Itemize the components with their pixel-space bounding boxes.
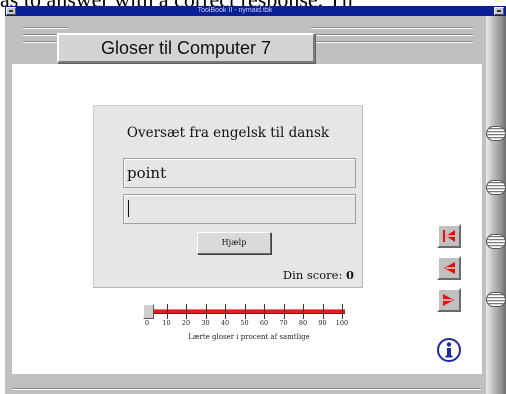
- progress-tick: [283, 304, 285, 319]
- page-title: Gloser til Computer 7: [100, 38, 272, 58]
- header-rule: [311, 27, 473, 29]
- rail-knob: [486, 234, 506, 249]
- rail-knob: [486, 180, 506, 195]
- first-page-button[interactable]: [437, 224, 461, 248]
- progress-tick: [166, 304, 168, 319]
- tick-label: 30: [201, 319, 210, 327]
- previous-page-icon: [444, 262, 455, 274]
- slider-thumb[interactable]: [143, 304, 154, 319]
- tick-label: 40: [220, 319, 230, 327]
- progress-tick: [244, 304, 246, 319]
- window-title: ToolBook II - nymaid.tbk: [197, 7, 273, 14]
- progress-tick: [322, 304, 324, 319]
- bottom-rail: [5, 386, 486, 394]
- tick-label: 70: [279, 319, 288, 327]
- rail-knob: [486, 292, 506, 307]
- quiz-prompt: Oversæt fra engelsk til dansk: [126, 125, 330, 141]
- header-rule: [311, 34, 473, 36]
- text-caret: [128, 200, 129, 217]
- answer-input[interactable]: [123, 194, 356, 224]
- english-word-field: point: [123, 158, 356, 188]
- next-page-button[interactable]: [437, 288, 461, 312]
- tick-label: 10: [162, 319, 171, 327]
- score-value: 0: [345, 268, 354, 282]
- tick-label: 60: [259, 319, 269, 327]
- header-rule: [23, 27, 67, 29]
- progress-tick: [225, 304, 226, 319]
- toolbook-window: ToolBook II - nymaid.tbk Gloser til Comp…: [5, 6, 506, 394]
- progress-tick: [342, 304, 343, 319]
- tick-label: 20: [181, 319, 191, 327]
- tick-label: 0: [144, 319, 150, 327]
- progress-tick: [186, 304, 187, 319]
- tick-label: 50: [240, 319, 249, 327]
- help-button[interactable]: Hjælp: [197, 232, 271, 254]
- progress-tick: [205, 304, 207, 319]
- slider-caption: Lærte gloser i procent af samtlige: [188, 333, 310, 341]
- window-titlebar: ToolBook II - nymaid.tbk: [5, 6, 506, 16]
- english-word: point: [127, 164, 167, 182]
- info-button[interactable]: [437, 338, 461, 362]
- right-rail: [486, 16, 506, 394]
- tick-label: 80: [298, 319, 308, 327]
- rail-knob: [486, 126, 506, 141]
- progress-tick: [264, 304, 265, 319]
- tick-label: 90: [318, 319, 327, 327]
- footer-rule: [13, 388, 481, 390]
- score-display: Din score: 0: [283, 268, 354, 282]
- previous-page-button[interactable]: [437, 256, 461, 280]
- tick-label: 100: [335, 319, 349, 327]
- progress-track: [147, 309, 345, 314]
- quiz-card: Oversæt fra engelsk til dansk point Hjæl…: [93, 105, 363, 288]
- first-page-icon: [443, 230, 455, 242]
- window-control-icon[interactable]: [494, 7, 504, 15]
- header-rule: [311, 41, 473, 43]
- next-page-icon: [443, 294, 454, 306]
- score-label: Din score:: [282, 268, 343, 282]
- progress-tick: [303, 304, 304, 319]
- page-title-box: Gloser til Computer 7: [57, 33, 315, 63]
- info-icon: [437, 338, 461, 362]
